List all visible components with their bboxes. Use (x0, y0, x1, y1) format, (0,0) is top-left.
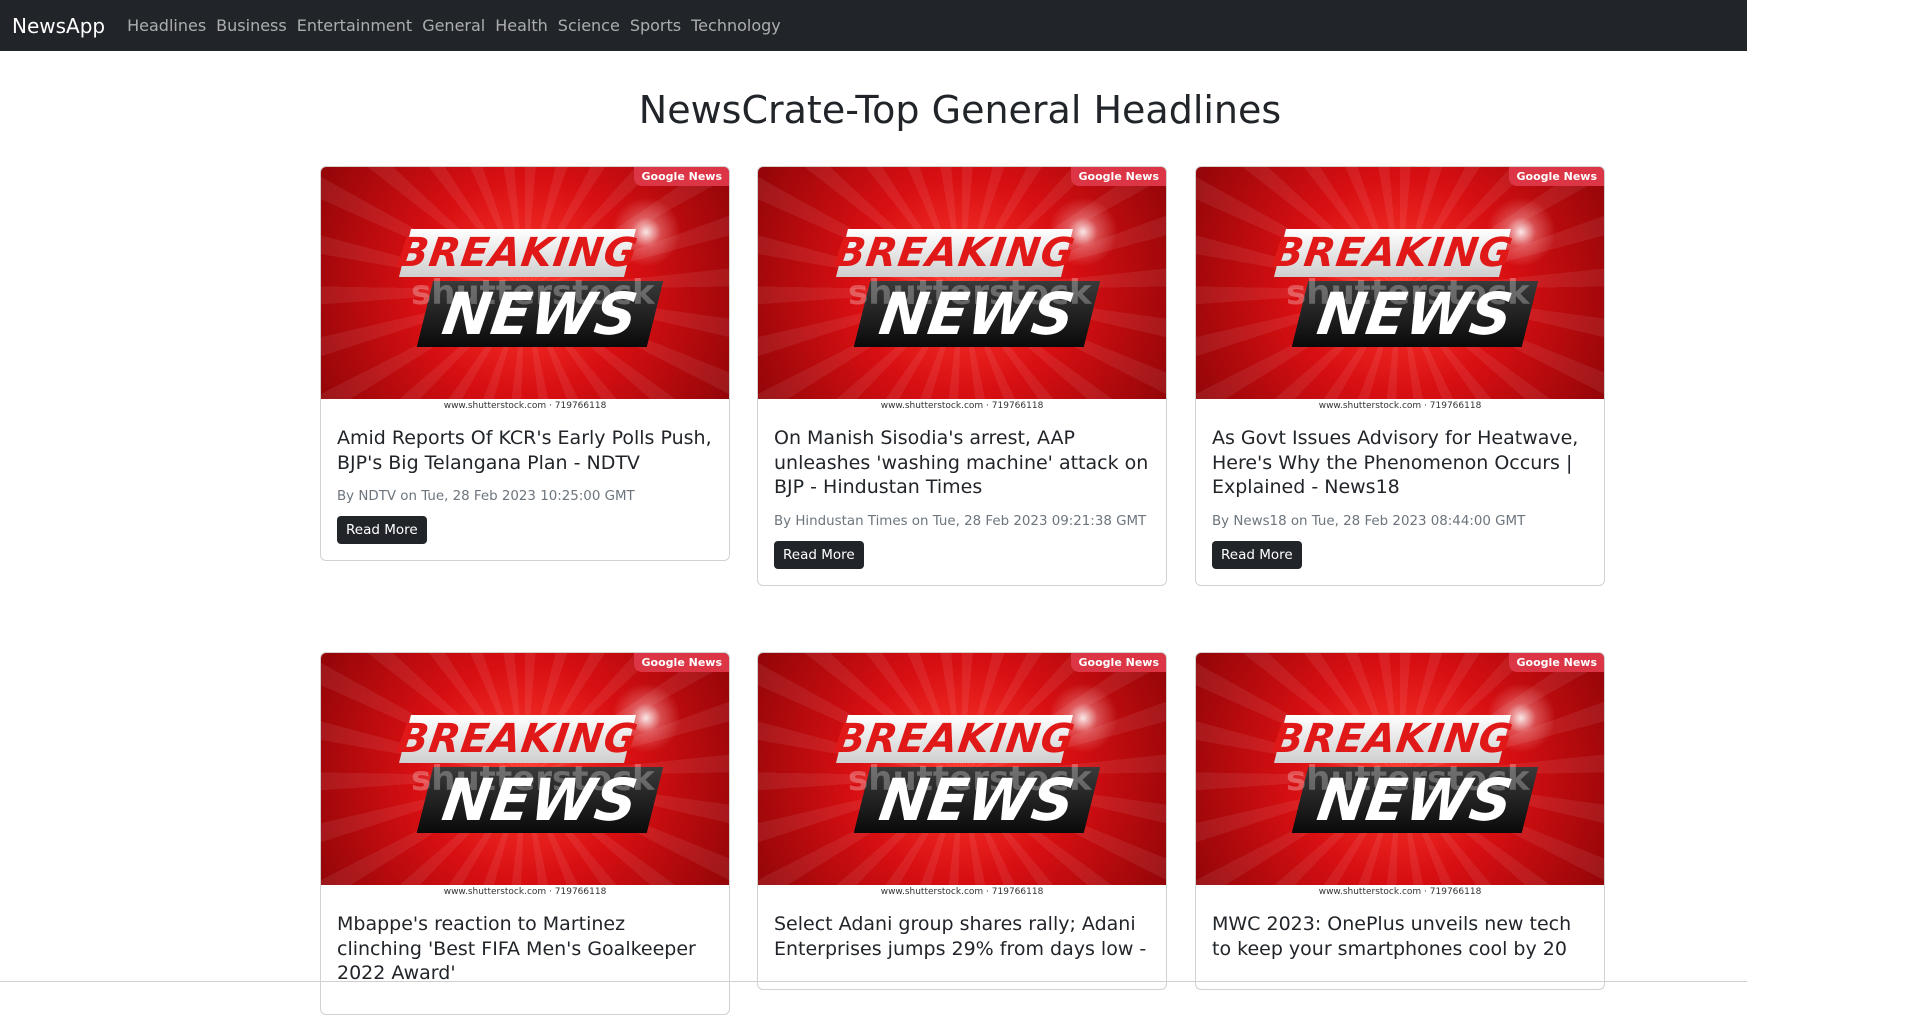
nav-link-sports[interactable]: Sports (630, 16, 681, 35)
news-card: BREAKING NEWS shutterstock www.shutterst… (757, 166, 1167, 586)
breaking-band: BREAKING (394, 715, 641, 763)
source-badge: Google News (1070, 653, 1166, 672)
breaking-news-image: BREAKING NEWS shutterstock www.shutterst… (1196, 167, 1604, 413)
page-title: NewsCrate-Top General Headlines (638, 88, 1282, 132)
image-watermark: shutterstock (1286, 273, 1530, 313)
read-more-button[interactable]: Read More (1212, 540, 1302, 569)
source-badge: Google News (633, 167, 729, 186)
card-body: Amid Reports Of KCR's Early Polls Push, … (321, 413, 729, 560)
breaking-text: BREAKING (1269, 230, 1516, 276)
news-card: BREAKING NEWS shutterstock www.shutterst… (320, 166, 730, 561)
breaking-text: BREAKING (831, 716, 1078, 762)
news-card: BREAKING NEWS shutterstock www.shutterst… (1195, 652, 1605, 990)
nav-link-general[interactable]: General (422, 16, 485, 35)
breaking-band: BREAKING (1269, 229, 1516, 277)
article-title: As Govt Issues Advisory for Heatwave, He… (1212, 427, 1579, 498)
news-card: BREAKING NEWS shutterstock www.shutterst… (1195, 166, 1605, 586)
breaking-text: BREAKING (831, 230, 1078, 276)
image-credit: www.shutterstock.com · 719766118 (1196, 885, 1604, 899)
breaking-band: BREAKING (394, 229, 641, 277)
article-title: Mbappe's reaction to Martinez clinching … (337, 913, 696, 984)
image-credit: www.shutterstock.com · 719766118 (758, 399, 1166, 413)
article-meta: By News18 on Tue, 28 Feb 2023 08:44:00 G… (1212, 513, 1526, 529)
article-title: Select Adani group shares rally; Adani E… (774, 913, 1147, 960)
nav-link-science[interactable]: Science (558, 16, 620, 35)
nav-link-health[interactable]: Health (495, 16, 548, 35)
image-credit: www.shutterstock.com · 719766118 (321, 399, 729, 413)
article-meta: By Hindustan Times on Tue, 28 Feb 2023 0… (774, 513, 1147, 529)
image-watermark: shutterstock (848, 759, 1092, 799)
image-watermark: shutterstock (1286, 759, 1530, 799)
source-badge: Google News (633, 653, 729, 672)
breaking-band: BREAKING (831, 715, 1078, 763)
image-credit: www.shutterstock.com · 719766118 (758, 885, 1166, 899)
brand-link[interactable]: NewsApp (12, 14, 105, 38)
article-title: On Manish Sisodia's arrest, AAP unleashe… (774, 427, 1149, 498)
read-more-button[interactable]: Read More (337, 516, 427, 544)
breaking-news-image: BREAKING NEWS shutterstock www.shutterst… (758, 167, 1166, 413)
card-body: MWC 2023: OnePlus unveils new tech to ke… (1196, 899, 1604, 989)
card-body: On Manish Sisodia's arrest, AAP unleashe… (758, 413, 1166, 585)
article-title: Amid Reports Of KCR's Early Polls Push, … (337, 427, 712, 474)
viewport-bottom-divider (0, 981, 1747, 982)
nav-link-entertainment[interactable]: Entertainment (297, 16, 412, 35)
article-title: MWC 2023: OnePlus unveils new tech to ke… (1212, 913, 1572, 960)
read-more-button[interactable]: Read More (774, 540, 864, 569)
source-badge: Google News (1508, 653, 1604, 672)
source-badge: Google News (1070, 167, 1166, 186)
image-watermark: shutterstock (411, 273, 655, 313)
nav-link-technology[interactable]: Technology (691, 16, 781, 35)
news-card: BREAKING NEWS shutterstock www.shutterst… (320, 652, 730, 1015)
breaking-news-image: BREAKING NEWS shutterstock www.shutterst… (758, 653, 1166, 899)
card-body: As Govt Issues Advisory for Heatwave, He… (1196, 413, 1604, 585)
article-meta: By NDTV on Tue, 28 Feb 2023 10:25:00 GMT (337, 489, 635, 504)
card-body: Select Adani group shares rally; Adani E… (758, 899, 1166, 989)
breaking-news-image: BREAKING NEWS shutterstock www.shutterst… (321, 653, 729, 899)
breaking-text: BREAKING (1269, 716, 1516, 762)
navbar: NewsApp Headlines Business Entertainment… (0, 0, 1747, 51)
nav-link-headlines[interactable]: Headlines (127, 16, 206, 35)
image-credit: www.shutterstock.com · 719766118 (1196, 399, 1604, 413)
breaking-text: BREAKING (394, 230, 641, 276)
card-body: Mbappe's reaction to Martinez clinching … (321, 899, 729, 1014)
breaking-band: BREAKING (1269, 715, 1516, 763)
image-watermark: shutterstock (411, 759, 655, 799)
news-card: BREAKING NEWS shutterstock www.shutterst… (757, 652, 1167, 990)
breaking-band: BREAKING (831, 229, 1078, 277)
image-credit: www.shutterstock.com · 719766118 (321, 885, 729, 899)
breaking-text: BREAKING (394, 716, 641, 762)
breaking-news-image: BREAKING NEWS shutterstock www.shutterst… (321, 167, 729, 413)
nav-link-business[interactable]: Business (216, 16, 287, 35)
breaking-news-image: BREAKING NEWS shutterstock www.shutterst… (1196, 653, 1604, 899)
image-watermark: shutterstock (848, 273, 1092, 313)
source-badge: Google News (1508, 167, 1604, 186)
